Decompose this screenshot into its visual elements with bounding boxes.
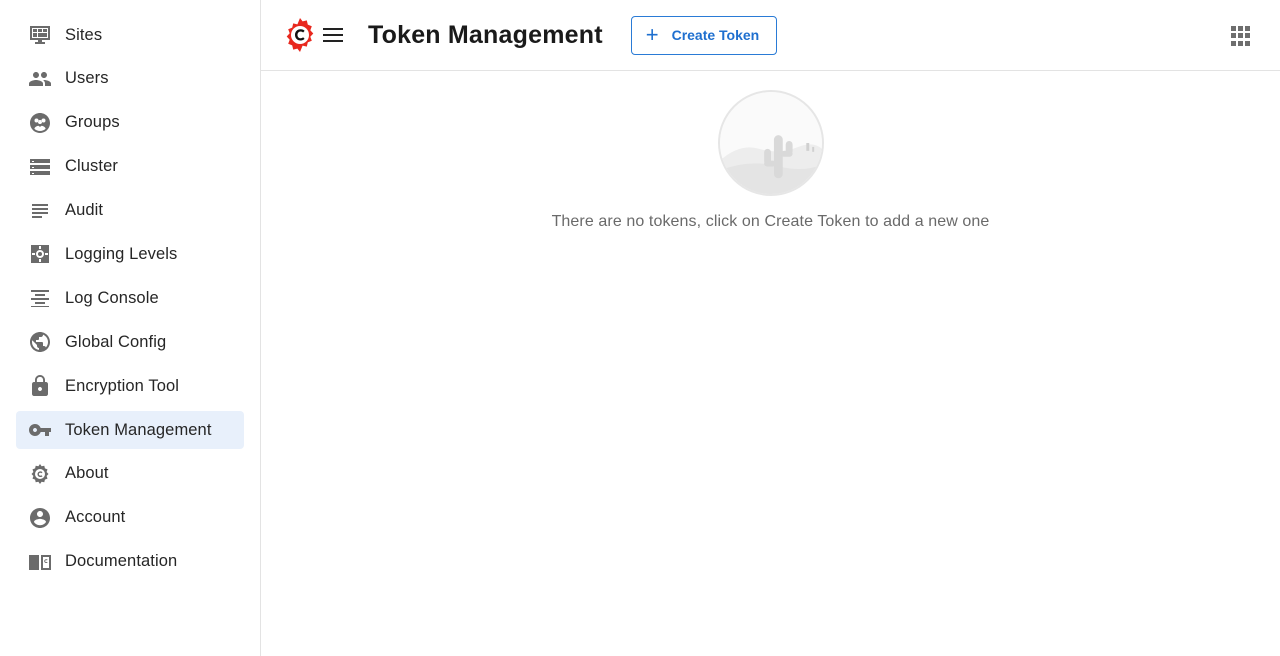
sidebar-item-logging-levels[interactable]: Logging Levels <box>16 235 244 273</box>
hamburger-menu-icon[interactable] <box>320 22 346 48</box>
sidebar-item-token-management[interactable]: Token Management <box>16 411 244 450</box>
sidebar-item-documentation[interactable]: Documentation <box>16 543 244 581</box>
sidebar-item-label: Log Console <box>65 288 159 307</box>
log-console-icon <box>27 285 53 311</box>
crafter-logo-icon[interactable] <box>284 17 316 53</box>
sidebar-item-label: Groups <box>65 113 120 132</box>
lock-icon <box>27 373 53 399</box>
sidebar-item-encryption-tool[interactable]: Encryption Tool <box>16 367 244 405</box>
groups-icon <box>27 110 53 136</box>
audit-icon <box>27 198 53 224</box>
sidebar-item-label: Encryption Tool <box>65 376 180 395</box>
sidebar-item-log-console[interactable]: Log Console <box>16 279 244 317</box>
empty-state-message: There are no tokens, click on Create Tok… <box>551 213 990 230</box>
sidebar-item-label: Account <box>65 508 126 527</box>
sidebar-item-label: About <box>65 464 109 483</box>
sidebar-item-cluster[interactable]: Cluster <box>16 148 244 186</box>
sidebar-item-audit[interactable]: Audit <box>16 192 244 230</box>
sidebar-item-label: Sites <box>65 25 103 44</box>
cluster-icon <box>27 154 53 180</box>
sidebar-item-account[interactable]: Account <box>16 499 244 537</box>
create-token-button[interactable]: + Create Token <box>630 15 777 55</box>
users-icon <box>27 66 53 92</box>
apps-grid-icon[interactable] <box>1231 26 1251 46</box>
globe-icon <box>27 329 53 355</box>
sidebar-item-label: Documentation <box>65 552 178 571</box>
sidebar-nav: Sites Users Groups Cluster Audit Logging… <box>0 0 261 656</box>
sidebar-item-global-config[interactable]: Global Config <box>16 323 244 361</box>
empty-state: There are no tokens, click on Create Tok… <box>261 90 1280 231</box>
sidebar-item-groups[interactable]: Groups <box>16 104 244 142</box>
sidebar-item-sites[interactable]: Sites <box>16 16 244 54</box>
sidebar-item-label: Users <box>65 69 109 88</box>
logging-levels-icon <box>27 241 53 267</box>
page-title: Token Management <box>368 20 603 49</box>
top-bar: Token Management + Create Token <box>261 0 1280 71</box>
account-icon <box>27 505 53 531</box>
sidebar-item-about[interactable]: About <box>16 455 244 493</box>
key-icon <box>27 417 53 443</box>
book-icon <box>27 549 53 575</box>
plus-icon: + <box>645 22 659 47</box>
sidebar-item-label: Logging Levels <box>65 244 178 263</box>
sidebar-item-label: Token Management <box>65 420 212 439</box>
sidebar-item-label: Audit <box>65 201 104 220</box>
app-root: Sites Users Groups Cluster Audit Logging… <box>0 0 1280 656</box>
crafter-gear-icon <box>27 461 53 487</box>
sidebar-item-label: Cluster <box>65 157 118 176</box>
sidebar-item-users[interactable]: Users <box>16 60 244 98</box>
sites-icon <box>27 22 53 48</box>
create-token-label: Create Token <box>671 27 760 43</box>
cactus-desert-illustration <box>717 90 824 196</box>
sidebar-item-label: Global Config <box>65 332 167 351</box>
main-content: Token Management + Create Token There ar… <box>261 0 1280 656</box>
